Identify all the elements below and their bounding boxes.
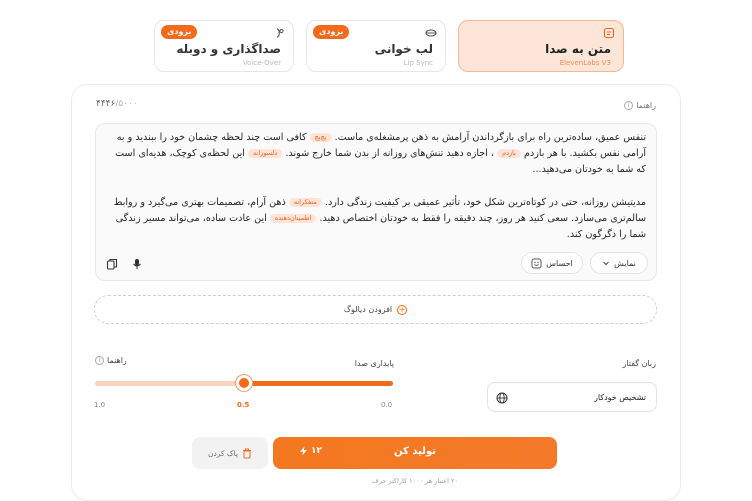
character-counter: ۴۴۴۶/۵۰۰۰ [96, 99, 138, 109]
stability-guide-link[interactable]: راهنما i [95, 356, 127, 365]
language-label: زبان گفتار [622, 359, 656, 368]
tab-label: صداگذاری و دوبله [176, 42, 281, 56]
voice-over-icon [276, 28, 284, 38]
info-icon: i [95, 356, 104, 365]
text-speech-icon [603, 27, 615, 39]
text-segment: مدیتیشن روزانه، حتی در کوتاه‌ترین شکل خو… [324, 196, 646, 208]
emotion-tag[interactable]: اطمینان‌دهنده [269, 213, 317, 223]
globe-icon [496, 392, 508, 404]
slider-tick-left: 1.0 [94, 401, 106, 409]
cost-value: ۱۲ [311, 446, 322, 456]
tab-text-to-speech[interactable]: متن به صدا ElevenLabs V3 [458, 20, 624, 72]
coming-soon-badge: بزودی [313, 25, 350, 39]
emotion-tag[interactable]: دلسوزانه [248, 149, 283, 159]
tab-label: متن به صدا [545, 42, 611, 56]
emotion-button[interactable]: احساس [521, 252, 583, 274]
tab-voice-over[interactable]: بزودی صداگذاری و دوبله Voice-Over [154, 20, 294, 72]
credit-note: ۲۰ اعتبار هر ۱۰۰۰ کاراکتر حرف [371, 477, 459, 485]
counter-max: /۵۰۰۰ [115, 99, 138, 109]
slider-tick-mid: 0.5 [237, 401, 250, 409]
add-dialog-button[interactable]: + افزودن دیالوگ [94, 295, 657, 324]
clear-label: پاک کردن [207, 448, 239, 458]
text-segment: ، اجازه دهید تنش‌های روزانه از بدن شما خ… [285, 148, 495, 160]
tab-sublabel: Lip Sync [403, 59, 433, 67]
mode-tabs: بزودی صداگذاری و دوبله Voice-Over بزودی … [154, 20, 624, 72]
bolt-icon [300, 446, 307, 456]
info-icon: i [624, 101, 634, 110]
emotion-tag[interactable]: پچ‌پچ [309, 133, 332, 142]
smile-icon [531, 258, 542, 268]
show-label: نمایش [614, 258, 636, 268]
slider-tick-right: 0.0 [381, 401, 393, 409]
guide-label: راهنما [636, 101, 656, 110]
add-dialog-label: افزودن دیالوگ [343, 305, 393, 314]
generate-cost: ۱۲ [299, 446, 322, 456]
emotion-tag[interactable]: بازدم [497, 149, 521, 159]
language-value: تشخیص خودکار [593, 393, 646, 402]
plus-icon: + [397, 304, 408, 315]
show-dropdown[interactable]: نمایش [590, 252, 648, 274]
tab-label: لب خوانی [374, 42, 433, 56]
trash-icon [243, 448, 252, 458]
guide-link[interactable]: راهنما i [624, 101, 656, 110]
clear-button[interactable]: پاک کردن [192, 437, 268, 469]
generate-button[interactable]: تولید کن ۱۲ [273, 437, 557, 469]
editor-content[interactable]: تنفس عمیق، ساده‌ترین راه برای بازگرداندن… [110, 130, 646, 243]
text-segment: تنفس عمیق، ساده‌ترین راه برای بازگرداندن… [334, 132, 646, 143]
guide-label: راهنما [107, 356, 127, 365]
tab-sublabel: Voice-Over [242, 59, 281, 67]
coming-soon-badge: بزودی [161, 25, 198, 39]
counter-value: ۴۴۴۶ [96, 99, 116, 109]
lips-icon [425, 29, 437, 37]
copy-icon[interactable] [106, 258, 118, 270]
microphone-icon[interactable] [131, 258, 143, 270]
emotion-label: احساس [546, 258, 573, 268]
stability-label: پایداری صدا [354, 359, 394, 368]
language-select[interactable]: تشخیص خودکار [487, 382, 657, 412]
chevron-down-icon [603, 261, 610, 266]
stability-slider-fill [244, 381, 393, 386]
emotion-tag[interactable]: متفکرانه [288, 197, 322, 207]
tab-lip-sync[interactable]: بزودی لب خوانی Lip Sync [306, 20, 446, 72]
tab-sublabel: ElevenLabs V3 [559, 59, 611, 67]
stability-slider-handle[interactable] [236, 375, 252, 391]
